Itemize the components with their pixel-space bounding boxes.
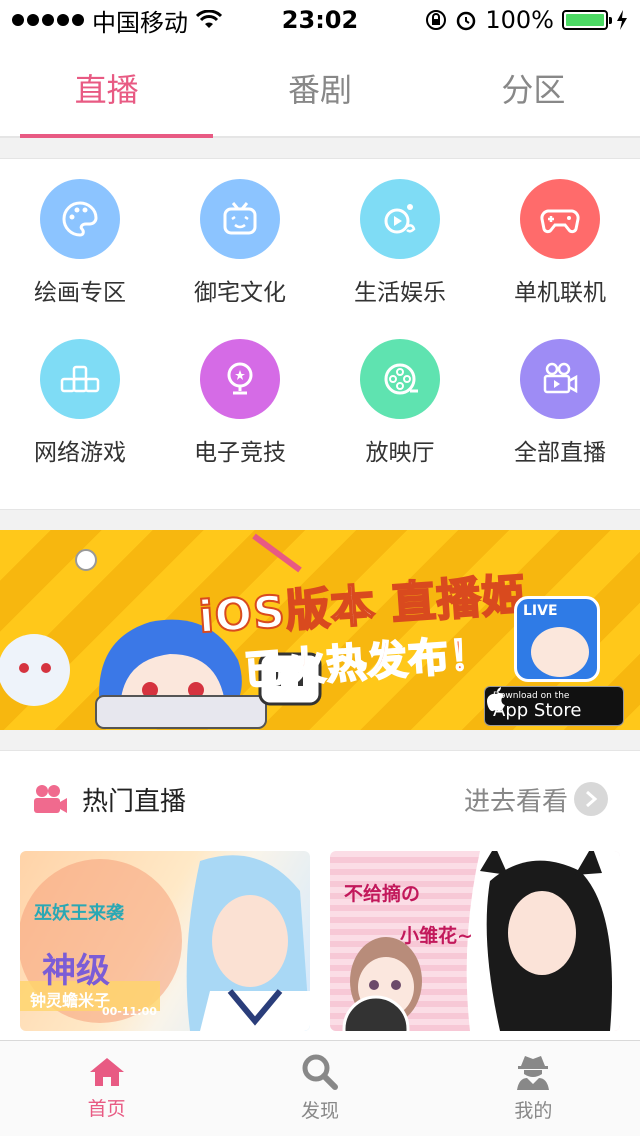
status-bar: 中国移动 23:02 100% (0, 0, 640, 40)
thumbnail-art (342, 851, 620, 1031)
category-online-games[interactable]: 网络游戏 (0, 339, 160, 499)
category-otaku[interactable]: 御宅文化 (160, 179, 320, 339)
see-more-label: 进去看看 (463, 786, 568, 817)
category-console[interactable]: 单机联机 (480, 179, 640, 339)
live-badge: LIVE (523, 603, 558, 619)
app-store-badge[interactable]: Download on the App Store (484, 686, 624, 726)
play-bubble-icon (360, 179, 440, 259)
thumbnail-text: 钟灵蟾米子 (30, 991, 111, 1010)
see-more-link[interactable]: 进去看看 (464, 781, 608, 818)
trophy-icon (200, 339, 280, 419)
tab-live[interactable]: 直播 (0, 40, 214, 138)
category-label: 网络游戏 (34, 440, 126, 466)
category-label: 全部直播 (514, 440, 606, 466)
user-spy-icon (517, 1056, 550, 1090)
category-label: 御宅文化 (194, 280, 286, 306)
category-grid: 绘画专区 御宅文化 生活娱乐 单机联机 网络游戏 电子竞技 放映厅 全部直播 (0, 158, 640, 510)
category-cinema[interactable]: 放映厅 (320, 339, 480, 499)
category-label: 生活娱乐 (354, 280, 446, 306)
battery-icon (562, 10, 612, 30)
status-right: 100% (425, 6, 628, 34)
tab-discover[interactable]: 发现 (213, 1041, 426, 1136)
gamepad-icon (520, 179, 600, 259)
promo-banner[interactable]: iOS版本 直播姬 已火热发布！ LIVE Download on the Ap… (0, 530, 640, 730)
home-icon (89, 1058, 124, 1086)
live-thumbnail[interactable]: 巫妖王来袭 神级 钟灵蟾米子 00-11:00 (20, 851, 310, 1031)
category-life[interactable]: 生活娱乐 (320, 179, 480, 339)
hot-live-header: 热门直播 进去看看 (0, 751, 640, 847)
category-all-live[interactable]: 全部直播 (480, 339, 640, 499)
charging-icon (617, 10, 627, 30)
tab-discover-label: 发现 (300, 1100, 339, 1122)
alarm-icon (457, 11, 476, 31)
category-label: 绘画专区 (34, 280, 126, 306)
carrier-label: 中国移动 (92, 8, 188, 37)
hot-live-section: 热门直播 进去看看 巫妖王来袭 神级 钟灵蟾米子 00-11:00 不给摘の 小… (0, 750, 640, 1040)
tab-profile-label: 我的 (514, 1100, 553, 1122)
category-label: 单机联机 (514, 280, 606, 306)
video-camera-icon (520, 339, 600, 419)
wifi-icon (196, 10, 222, 28)
category-label: 放映厅 (365, 440, 435, 466)
battery-level-fill (566, 14, 604, 26)
search-icon (302, 1054, 338, 1090)
palette-icon (40, 179, 120, 259)
thumbnail-text: 小雏花~ (400, 925, 473, 947)
battery-percent: 100% (485, 6, 554, 34)
tab-home[interactable]: 首页 (0, 1041, 213, 1136)
thumbnail-text: 巫妖王来袭 (34, 903, 124, 924)
live-thumbnails: 巫妖王来袭 神级 钟灵蟾米子 00-11:00 不给摘の 小雏花~ (20, 851, 620, 1031)
status-left: 中国移动 (12, 3, 222, 38)
bottom-tab-bar: 首页 发现 我的 (0, 1040, 640, 1136)
tab-home-label: 首页 (87, 1098, 126, 1120)
chevron-right-icon (574, 782, 608, 816)
hot-live-title: 热门直播 (82, 786, 187, 817)
tab-anime[interactable]: 番剧 (213, 40, 426, 136)
tab-profile[interactable]: 我的 (427, 1041, 640, 1136)
thumbnail-text: 神级 (42, 951, 110, 991)
blocks-icon (40, 339, 120, 419)
tv-face-icon (200, 179, 280, 259)
top-tab-bar: 直播 番剧 分区 (0, 40, 640, 138)
category-esports[interactable]: 电子竞技 (160, 339, 320, 499)
tab-sections[interactable]: 分区 (427, 40, 640, 136)
signal-strength-icon (12, 14, 84, 26)
orientation-lock-icon (426, 10, 447, 30)
live-thumbnail[interactable]: 不给摘の 小雏花~ (330, 851, 620, 1031)
camera-people-icon (34, 785, 67, 813)
thumbnail-text: 00-11:00 (102, 1005, 157, 1018)
live-app-icon: LIVE (514, 596, 600, 682)
category-painting[interactable]: 绘画专区 (0, 179, 160, 339)
film-reel-icon (360, 339, 440, 419)
apple-icon (487, 687, 505, 712)
thumbnail-text: 不给摘の (344, 883, 421, 905)
category-label: 电子竞技 (194, 440, 286, 466)
